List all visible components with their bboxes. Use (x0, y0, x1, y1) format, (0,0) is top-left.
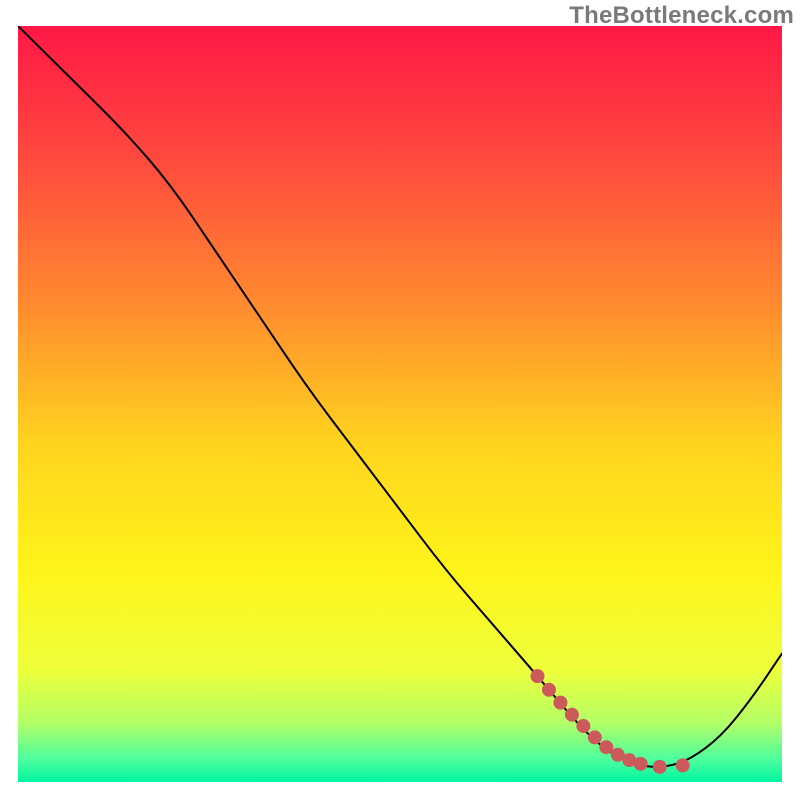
marker-dot (542, 683, 556, 697)
marker-dot (553, 696, 567, 710)
marker-dot (676, 758, 690, 772)
marker-dot (576, 719, 590, 733)
chart-stage: TheBottleneck.com (0, 0, 800, 800)
plot-svg (18, 26, 782, 782)
marker-dot (565, 708, 579, 722)
plot-area (18, 26, 782, 782)
highlight-band (531, 669, 690, 774)
marker-dot (653, 760, 667, 774)
marker-dot (599, 740, 613, 754)
marker-dot (634, 757, 648, 771)
watermark: TheBottleneck.com (569, 2, 794, 30)
marker-dot (588, 730, 602, 744)
marker-dot (531, 669, 545, 683)
bottleneck-curve (18, 26, 782, 767)
